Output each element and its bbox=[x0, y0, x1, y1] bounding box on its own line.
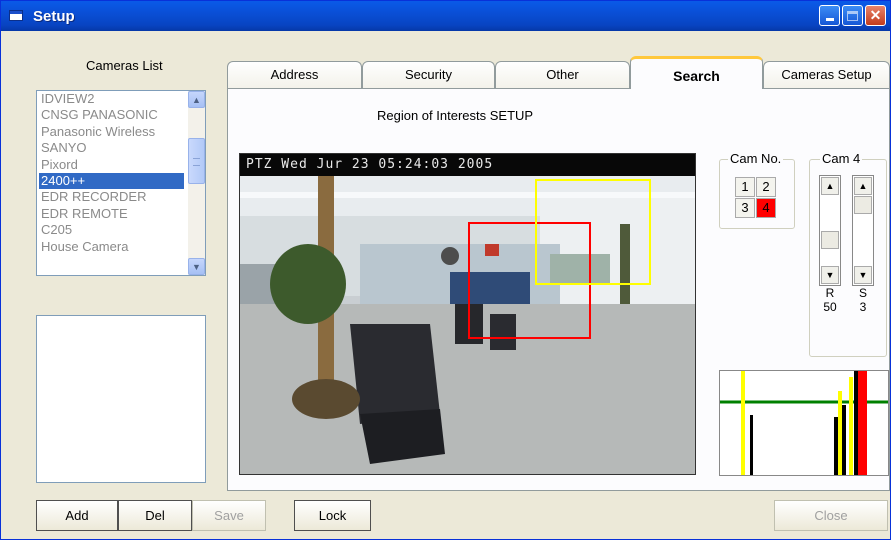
window-title: Setup bbox=[33, 7, 75, 25]
tab-cameras-setup[interactable]: Cameras Setup bbox=[763, 61, 890, 88]
tab-other[interactable]: Other bbox=[495, 61, 630, 88]
s-slider-down-button[interactable]: ▼ bbox=[854, 266, 872, 284]
scroll-down-button[interactable]: ▼ bbox=[188, 258, 205, 275]
roi-region-yellow[interactable] bbox=[535, 179, 651, 285]
motion-bar bbox=[858, 371, 867, 475]
cam-3-button[interactable]: 3 bbox=[735, 198, 755, 218]
r-slider[interactable]: ▲ ▼ bbox=[819, 175, 841, 286]
cameras-list-title: Cameras List bbox=[86, 58, 163, 73]
cameras-list-scrollbar[interactable]: ▲ ▼ bbox=[188, 91, 205, 275]
s-slider[interactable]: ▲ ▼ bbox=[852, 175, 874, 286]
save-button[interactable]: Save bbox=[192, 500, 266, 531]
arrow-down-icon: ▼ bbox=[825, 270, 835, 280]
motion-bar bbox=[849, 377, 853, 475]
arrow-down-icon: ▼ bbox=[858, 270, 868, 280]
cam-settings-group: Cam 4 ▲ ▼ ▲ ▼ R 50 S 3 bbox=[809, 151, 887, 357]
camera-list-item[interactable]: Pixord bbox=[39, 157, 184, 173]
camera-list-item-selected[interactable]: 2400++ bbox=[39, 172, 184, 190]
r-slider-value: 50 bbox=[823, 300, 837, 314]
minimize-icon bbox=[825, 18, 834, 21]
cam-no-group: Cam No. 1 2 3 4 bbox=[719, 151, 795, 229]
add-button[interactable]: Add bbox=[36, 500, 118, 531]
camera-details-box[interactable] bbox=[36, 315, 206, 483]
motion-bar bbox=[750, 415, 753, 475]
tab-address[interactable]: Address bbox=[227, 61, 362, 88]
s-slider-thumb[interactable] bbox=[854, 196, 872, 214]
minimize-button[interactable] bbox=[819, 5, 840, 26]
s-slider-value: 3 bbox=[859, 300, 867, 314]
camera-list-item[interactable]: House Camera bbox=[39, 239, 184, 255]
s-slider-up-button[interactable]: ▲ bbox=[854, 177, 872, 195]
scroll-thumb[interactable] bbox=[188, 138, 205, 184]
del-button[interactable]: Del bbox=[118, 500, 192, 531]
motion-bar bbox=[842, 405, 846, 475]
motion-level-bars bbox=[720, 371, 888, 475]
cam-1-button[interactable]: 1 bbox=[735, 177, 755, 197]
close-button[interactable]: Close bbox=[774, 500, 888, 531]
setup-window: Setup ✕ Cameras List IDVIEW2 CNSG PANASO… bbox=[0, 0, 891, 540]
camera-list-item[interactable]: IDVIEW2 bbox=[39, 91, 184, 107]
motion-bar bbox=[741, 371, 745, 475]
tab-search[interactable]: Search bbox=[630, 56, 763, 89]
s-slider-label: S bbox=[858, 286, 867, 300]
camera-list-item[interactable]: Panasonic Wireless bbox=[39, 124, 184, 140]
scroll-up-button[interactable]: ▲ bbox=[188, 91, 205, 108]
motion-level-graph bbox=[719, 370, 889, 476]
cam-4-button[interactable]: 4 bbox=[756, 198, 776, 218]
window-app-icon bbox=[9, 8, 25, 24]
camera-list-item[interactable]: C205 bbox=[39, 222, 184, 238]
camera-list-item[interactable]: EDR RECORDER bbox=[39, 189, 184, 205]
motion-bar bbox=[854, 371, 858, 475]
r-slider-thumb[interactable] bbox=[821, 231, 839, 249]
chevron-up-icon: ▲ bbox=[192, 94, 201, 105]
maximize-icon bbox=[847, 10, 858, 21]
camera-list-item[interactable]: CNSG PANASONIC bbox=[39, 107, 184, 123]
motion-bar bbox=[834, 417, 838, 475]
tab-security[interactable]: Security bbox=[362, 61, 495, 88]
camera-video-feed[interactable]: PTZ Wed Jur 23 05:24:03 2005 bbox=[239, 153, 696, 475]
close-icon: ✕ bbox=[869, 7, 882, 23]
camera-list-item[interactable]: EDR REMOTE bbox=[39, 206, 184, 222]
r-slider-up-button[interactable]: ▲ bbox=[821, 177, 839, 195]
motion-bar bbox=[838, 391, 842, 475]
close-window-button[interactable]: ✕ bbox=[865, 5, 886, 26]
maximize-button bbox=[842, 5, 863, 26]
cameras-listbox[interactable]: IDVIEW2 CNSG PANASONIC Panasonic Wireles… bbox=[36, 90, 206, 276]
r-slider-label: R bbox=[825, 286, 835, 300]
arrow-up-icon: ▲ bbox=[825, 181, 835, 191]
camera-list-item[interactable]: SANYO bbox=[39, 140, 184, 156]
cam-settings-legend: Cam 4 bbox=[820, 151, 863, 166]
cam-no-legend: Cam No. bbox=[728, 151, 784, 166]
video-timestamp-osd: PTZ Wed Jur 23 05:24:03 2005 bbox=[240, 154, 695, 176]
r-slider-down-button[interactable]: ▼ bbox=[821, 266, 839, 284]
title-bar[interactable]: Setup ✕ bbox=[1, 1, 890, 31]
cam-2-button[interactable]: 2 bbox=[756, 177, 776, 197]
lock-button[interactable]: Lock bbox=[294, 500, 371, 531]
arrow-up-icon: ▲ bbox=[858, 181, 868, 191]
roi-setup-title: Region of Interests SETUP bbox=[377, 108, 534, 123]
chevron-down-icon: ▼ bbox=[192, 261, 201, 272]
